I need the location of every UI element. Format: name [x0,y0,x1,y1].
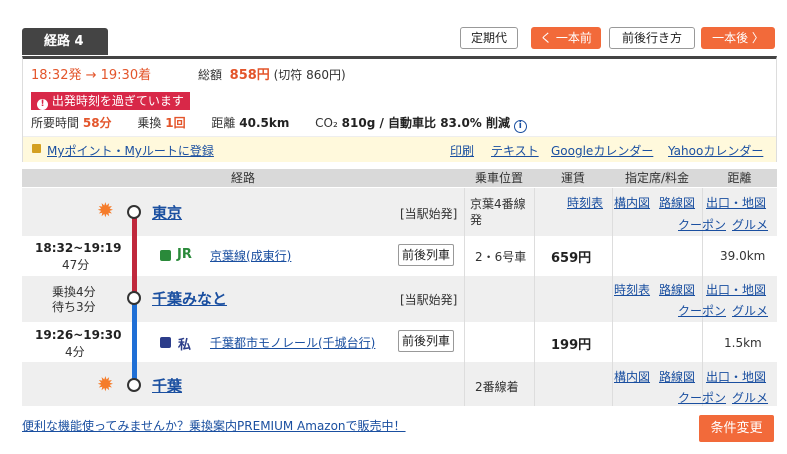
station-name-chibaminato[interactable]: 千葉みなと [152,288,227,309]
route-stats: 所要時間 58分 乗換 1回 距離 40.5km CO₂ 810g / 自動車比… [31,114,527,133]
coupon-link[interactable]: クーポン [678,216,726,233]
header-fare: 運賃 [560,171,585,185]
station-node [127,205,141,219]
departure-arrival-time: 18:32発 → 19:30着 [31,68,152,83]
co2-label: CO₂ [315,116,338,130]
alert-icon: ! [37,99,48,110]
header-position: 乗車位置 [474,171,523,185]
next-train-button[interactable]: 一本後 〉 [701,27,775,49]
column-divider [612,188,613,406]
line-name-link[interactable]: 京葉線(成東行) [210,247,291,264]
around-trains-button[interactable]: 前後列車 [398,330,455,352]
operator-badge: 私 [178,338,192,353]
segment-distance: 39.0km [720,249,766,263]
segment-fare: 199円 [551,338,592,353]
print-link[interactable]: 印刷 [450,142,474,159]
platform-info: 2番線着 [475,380,519,394]
duration-value: 58分 [82,116,112,130]
train-icon [160,250,171,261]
station-map-link[interactable]: 構内図 [614,368,650,385]
route-summary: 18:32発 → 19:30着 総額 858円 (切符 860円) ! 出発時刻… [22,56,777,162]
gourmet-link[interactable]: グルメ [732,216,768,233]
gourmet-link[interactable]: グルメ [732,389,768,406]
exit-map-link[interactable]: 出口・地図 [706,281,766,298]
platform-info: 京葉4番線発 [470,197,526,227]
warning-badge: ! 出発時刻を過ぎています [31,92,190,110]
google-calendar-link[interactable]: Googleカレンダー [551,142,653,159]
around-trains-button[interactable]: 前後列車 [398,244,455,266]
operator-badge: JR [177,247,192,262]
prev-train-button[interactable]: く 一本前 [531,27,601,49]
sun-icon: ✹ [97,198,114,222]
header-route: 経路 [230,171,255,185]
segment-time: 18:32~19:19 [35,241,122,255]
timetable-link[interactable]: 時刻表 [614,281,650,298]
transfer-label: 乗換 [137,116,162,130]
teiki-button[interactable]: 定期代 [460,27,518,49]
segment-fare: 659円 [551,251,592,266]
header-seat: 指定席/料金 [624,171,690,185]
coupon-link[interactable]: クーポン [678,302,726,319]
fare-ticket: (切符 860円) [273,68,346,82]
sun-icon: ✹ [97,372,114,396]
warning-text: 出発時刻を過ぎています [51,94,184,108]
station-name-chiba[interactable]: 千葉 [152,375,182,396]
gourmet-link[interactable]: グルメ [732,302,768,319]
train-icon [160,337,171,348]
origin-note: [当駅始発] [400,293,458,307]
premium-promo-link[interactable]: 便利な機能使ってみませんか？乗換案内PREMIUM Amazonで販売中！ [22,417,406,434]
myroute-link[interactable]: Myポイント・Myルートに登録 [47,142,214,159]
total-fare: 総額 858円 (切符 860円) [198,64,346,83]
line-name-link[interactable]: 千葉都市モノレール(千城台行) [210,334,375,351]
station-map-link[interactable]: 構内図 [614,194,650,211]
change-conditions-button[interactable]: 条件変更 [699,415,774,442]
distance-label: 距離 [211,116,236,130]
duration-label: 所要時間 [31,116,80,130]
segment-time: 19:26~19:30 [35,328,122,342]
column-divider [464,188,465,406]
origin-note: [当駅始発] [400,207,458,221]
segment-duration: 4分 [65,345,85,359]
exit-map-link[interactable]: 出口・地図 [706,194,766,211]
station-node [127,291,141,305]
segment-duration: 47分 [62,258,90,272]
route-map-link[interactable]: 路線図 [659,368,695,385]
route-table-header: 経路 乗車位置 運賃 指定席/料金 距離 [22,169,777,187]
fare-label: 総額 [198,68,223,82]
timetable-link[interactable]: 時刻表 [567,194,603,211]
segment-distance: 1.5km [724,336,762,350]
route-map-link[interactable]: 路線図 [659,194,695,211]
car-position: 2・6号車 [475,250,527,264]
header-distance: 距離 [727,171,752,185]
fare-value: 858円 [229,68,270,83]
yahoo-calendar-link[interactable]: Yahooカレンダー [668,142,763,159]
lock-icon [32,144,41,153]
action-links-bar: Myポイント・Myルートに登録 印刷 テキスト Googleカレンダー Yaho… [23,136,776,162]
route-line-jr [132,212,137,298]
around-button[interactable]: 前後行き方 [609,27,695,49]
coupon-link[interactable]: クーポン [678,389,726,406]
transfer-value: 1回 [165,116,186,130]
route-tab: 経路 4 [22,28,108,55]
column-divider [534,188,535,406]
distance-value: 40.5km [239,116,290,130]
wait-time: 待ち3分 [52,300,96,314]
exit-map-link[interactable]: 出口・地図 [706,368,766,385]
co2-value: 810g / 自動車比 83.0% 削減 [341,116,511,130]
station-name-tokyo[interactable]: 東京 [152,202,182,223]
station-node [127,378,141,392]
route-map-link[interactable]: 路線図 [659,281,695,298]
text-link[interactable]: テキスト [491,142,539,159]
info-icon[interactable]: i [513,120,527,133]
route-line-monorail [132,298,137,384]
